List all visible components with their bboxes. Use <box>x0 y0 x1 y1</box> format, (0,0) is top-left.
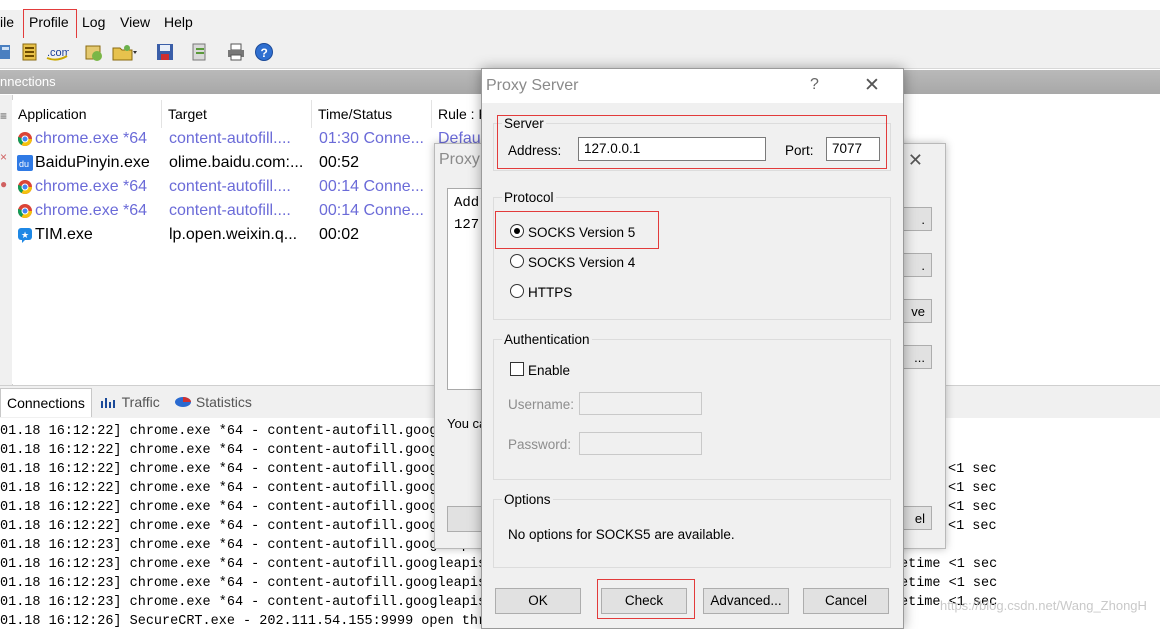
svg-text:?: ? <box>261 46 268 60</box>
password-label: Password: <box>508 437 572 452</box>
advanced-button[interactable]: Advanced... <box>703 588 789 614</box>
cell-target: content-autofill.... <box>169 202 291 219</box>
proxy-list-item[interactable]: 127 <box>454 217 479 233</box>
tab-statistics[interactable]: Statistics <box>168 388 258 416</box>
tab-traffic-label: Traffic <box>121 394 160 410</box>
tab-traffic[interactable]: Traffic <box>94 388 166 416</box>
profile-settings-icon[interactable] <box>190 42 210 62</box>
cell-time-status: 00:14 Conne... <box>319 202 424 219</box>
enable-auth-checkbox[interactable] <box>510 362 524 376</box>
server-highlight-box <box>497 115 887 169</box>
log-line-tail: etime <1 sec <box>900 557 998 572</box>
menu-file[interactable]: ile <box>0 14 14 30</box>
socks4-radio[interactable] <box>510 254 524 268</box>
username-label: Username: <box>508 397 575 412</box>
socks5-highlight-box <box>495 211 659 249</box>
ok-button[interactable]: OK <box>495 588 581 614</box>
log-line: 01.18 16:12:22] chrome.exe *64 - content… <box>0 424 446 439</box>
name-resolution-icon[interactable] <box>84 42 104 62</box>
authentication-group-label: Authentication <box>502 332 592 347</box>
protocol-group-label: Protocol <box>502 190 556 205</box>
log-line-tail: <1 sec <box>948 462 997 477</box>
cell-time-status: 01:30 Conne... <box>319 130 424 147</box>
cell-application: chrome.exe *64 <box>35 178 148 195</box>
tab-connections-label: Connections <box>7 395 85 411</box>
log-line: 01.18 16:12:23] chrome.exe *64 - content… <box>0 538 495 553</box>
log-line: 01.18 16:12:22] chrome.exe *64 - content… <box>0 481 446 496</box>
print-icon[interactable] <box>226 42 246 62</box>
cell-application: BaiduPinyin.exe <box>35 154 150 171</box>
cell-application: chrome.exe *64 <box>35 202 148 219</box>
menu-log[interactable]: Log <box>82 14 105 30</box>
username-input[interactable] <box>579 392 702 415</box>
new-document-icon[interactable] <box>0 42 12 62</box>
check-highlight-box <box>597 579 695 619</box>
enable-auth-label[interactable]: Enable <box>528 363 570 378</box>
options-group-label: Options <box>502 492 553 507</box>
log-line: 01.18 16:12:22] chrome.exe *64 - content… <box>0 519 446 534</box>
https-radio[interactable] <box>510 284 524 298</box>
chrome-icon <box>17 179 33 195</box>
side-list-icon[interactable]: ≡ <box>0 109 7 123</box>
save-profile-icon[interactable] <box>155 42 175 62</box>
log-line: 01.18 16:12:23] chrome.exe *64 - content… <box>0 576 495 591</box>
side-close-icon[interactable]: × <box>0 150 7 164</box>
log-line-tail: <1 sec <box>948 519 997 534</box>
menu-help[interactable]: Help <box>164 14 193 30</box>
dialog-titlebar: Proxy Server ? ✕ <box>482 69 903 103</box>
proxy-list-dialog-title: Proxy <box>439 151 480 168</box>
password-input[interactable] <box>579 432 702 455</box>
close-icon[interactable]: ✕ <box>864 74 880 97</box>
col-application[interactable]: Application <box>12 100 162 128</box>
log-line: 01.18 16:12:23] chrome.exe *64 - content… <box>0 595 495 610</box>
log-line: 01.18 16:12:23] chrome.exe *64 - content… <box>0 557 495 572</box>
tim-icon: ★ <box>17 227 33 243</box>
chrome-icon <box>17 203 33 219</box>
watermark: https://blog.csdn.net/Wang_ZhongH <box>940 598 1147 613</box>
options-text: No options for SOCKS5 are available. <box>508 527 735 542</box>
svg-text:du: du <box>19 159 29 169</box>
log-line-tail: <1 sec <box>948 500 997 515</box>
dialog-title: Proxy Server <box>486 77 579 94</box>
cell-target: olime.baidu.com:... <box>169 154 304 171</box>
cell-application: chrome.exe *64 <box>35 130 148 147</box>
menu-view[interactable]: View <box>120 14 150 30</box>
proxy-servers-icon[interactable] <box>20 42 40 62</box>
close-icon[interactable]: ✕ <box>908 150 923 171</box>
cell-target: content-autofill.... <box>169 178 291 195</box>
menu-bar: ile Profile Log View Help <box>0 10 1160 38</box>
toolbar: .com ? <box>0 38 1160 69</box>
cell-time-status: 00:14 Conne... <box>319 178 424 195</box>
help-icon[interactable]: ? <box>810 76 819 94</box>
chrome-icon <box>17 131 33 147</box>
traffic-chart-icon <box>101 398 115 408</box>
log-line: 01.18 16:12:22] chrome.exe *64 - content… <box>0 443 446 458</box>
cell-target: content-autofill.... <box>169 130 291 147</box>
help-icon[interactable]: ? <box>254 42 274 62</box>
statistics-pie-icon <box>175 397 191 407</box>
col-target[interactable]: Target <box>162 100 312 128</box>
cell-target: lp.open.weixin.q... <box>169 226 298 243</box>
socks4-label[interactable]: SOCKS Version 4 <box>528 255 635 270</box>
side-stop-icon[interactable]: ● <box>0 177 7 191</box>
log-line: 01.18 16:12:22] chrome.exe *64 - content… <box>0 462 446 477</box>
cell-time-status: 00:52 <box>319 154 360 171</box>
open-profile-icon[interactable] <box>112 42 138 62</box>
proxy-server-dialog: Proxy Server ? ✕ Server Address: 127.0.0… <box>481 68 904 629</box>
log-line-tail: etime <1 sec <box>900 576 998 591</box>
log-line: 01.18 16:12:22] chrome.exe *64 - content… <box>0 500 446 515</box>
cell-time-status: 00:02 <box>319 226 360 243</box>
tab-connections[interactable]: Connections <box>0 388 92 417</box>
col-time-status[interactable]: Time/Status <box>312 100 432 128</box>
cancel-button[interactable]: Cancel <box>803 588 889 614</box>
proxification-rules-icon[interactable]: .com <box>45 42 69 62</box>
connections-title-text: nnections <box>0 74 56 89</box>
tab-statistics-label: Statistics <box>195 394 252 410</box>
baidu-pinyin-icon: du <box>17 155 33 171</box>
window-top-edge <box>0 0 1160 10</box>
https-label[interactable]: HTTPS <box>528 285 572 300</box>
cell-application: TIM.exe <box>35 226 93 243</box>
svg-text:★: ★ <box>21 230 29 240</box>
log-line-tail: <1 sec <box>948 481 997 496</box>
